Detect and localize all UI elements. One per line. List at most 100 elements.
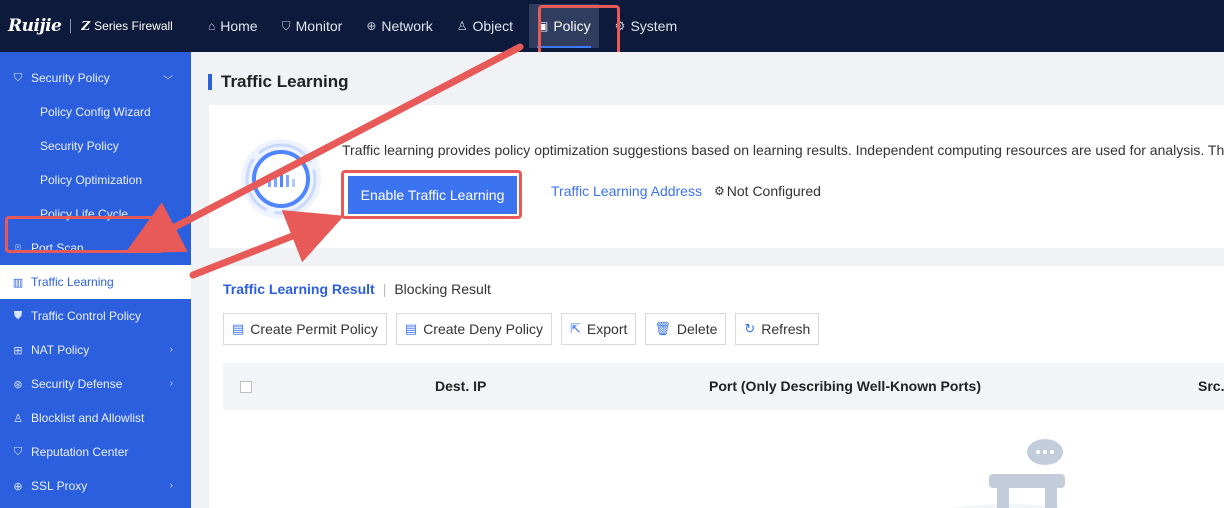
nat-icon: ⊞ [13, 344, 23, 357]
main-nav: ⌂ Home ⛉ Monitor ⊕ Network ♙ Object ▣ Po… [200, 0, 693, 52]
sidebar-item-label: Policy Optimization [40, 173, 143, 187]
ssl-icon: ⊕ [13, 480, 23, 493]
sidebar-item-traffic-control-policy[interactable]: ⛊ Traffic Control Policy [0, 299, 191, 333]
button-label: Refresh [761, 321, 811, 337]
nav-network-label: Network [381, 18, 433, 34]
sidebar-item-nat-policy[interactable]: ⊞ NAT Policy › [0, 333, 191, 367]
sidebar-item-policy-optimization[interactable]: Policy Optimization [0, 163, 191, 197]
sidebar-item-label: Traffic Learning [31, 275, 114, 289]
sidebar-item-traffic-learning[interactable]: ▥ Traffic Learning [0, 265, 191, 299]
sidebar-item-label: Security Policy [31, 71, 110, 85]
sidebar-item-label: Security Defense [31, 377, 123, 391]
traffic-learning-address-link[interactable]: Traffic Learning Address [551, 183, 702, 199]
column-src[interactable]: Src. [1198, 378, 1224, 394]
tab-blocking-result[interactable]: Blocking Result [394, 281, 491, 297]
scan-icon: ⌾ [14, 241, 22, 254]
globe-icon: ⊕ [366, 19, 377, 33]
nav-policy-label: Policy [553, 18, 591, 34]
user-list-icon: ♙ [13, 412, 23, 425]
sidebar-item-security-defense[interactable]: ⊛ Security Defense › [0, 367, 191, 401]
export-button[interactable]: ⇱ Export [561, 313, 637, 345]
chevron-right-icon: › [169, 344, 173, 355]
refresh-button[interactable]: ↻ Refresh [735, 313, 820, 345]
chevron-right-icon: › [169, 378, 173, 389]
sidebar-item-policy-life-cycle[interactable]: Policy Life Cycle [0, 197, 191, 231]
defense-icon: ⊛ [13, 378, 23, 391]
sidebar-item-label: NAT Policy [31, 343, 90, 357]
nav-system-label: System [630, 18, 678, 34]
logo-divider [70, 19, 72, 33]
nav-network[interactable]: ⊕ Network [358, 0, 440, 52]
main-content: Traffic Learning Traffic learning provid… [191, 52, 1224, 508]
results-card: Traffic Learning Result | Blocking Resul… [209, 266, 1224, 508]
enable-traffic-learning-button[interactable]: Enable Traffic Learning [348, 176, 517, 214]
sidebar-item-port-scan[interactable]: ⌾ Port Scan [0, 231, 191, 265]
gear-icon: ⚙ [714, 184, 725, 198]
select-all-checkbox[interactable] [240, 381, 252, 393]
export-icon: ⇱ [570, 321, 581, 336]
top-bar: Ruijie Z Series Firewall ⌂ Home ⛉ Monito… [0, 0, 1224, 52]
traffic-learning-illustration-icon [241, 139, 321, 219]
nav-system[interactable]: ⚙ System [607, 0, 685, 52]
address-status-text: Not Configured [726, 183, 821, 199]
create-deny-policy-button[interactable]: ▤ Create Deny Policy [395, 313, 553, 345]
document-block-icon: ▤ [404, 321, 418, 336]
tab-traffic-learning-result[interactable]: Traffic Learning Result [223, 281, 375, 297]
tab-divider: | [382, 281, 387, 297]
user-icon: ♙ [456, 19, 468, 33]
button-label: Create Deny Policy [423, 321, 544, 337]
traffic-icon: ⛊ [13, 309, 23, 322]
delete-button[interactable]: 🗑 Delete [645, 313, 727, 345]
gear-icon: ⚙ [614, 19, 626, 33]
result-tabs: Traffic Learning Result | Blocking Resul… [223, 281, 491, 297]
column-dest-ip[interactable]: Dest. IP [435, 378, 486, 394]
chart-icon: ▥ [12, 276, 24, 289]
nav-monitor[interactable]: ⛉ Monitor [274, 0, 351, 52]
shield-icon: ⛉ [13, 71, 23, 84]
create-permit-policy-button[interactable]: ▤ Create Permit Policy [223, 313, 387, 345]
address-status: ⚙ Not Configured [714, 183, 821, 199]
button-label: Create Permit Policy [250, 321, 378, 337]
sidebar: ⛉ Security Policy ﹀ Policy Config Wizard… [0, 52, 191, 508]
column-port[interactable]: Port (Only Describing Well-Known Ports) [709, 378, 981, 394]
nav-monitor-label: Monitor [295, 18, 343, 34]
sidebar-item-label: Policy Life Cycle [40, 207, 129, 221]
sidebar-item-label: Security Policy [40, 139, 119, 153]
sidebar-item-label: SSL Proxy [31, 479, 88, 493]
table-header: Dest. IP Port (Only Describing Well-Know… [223, 363, 1224, 410]
traffic-learning-card: Traffic learning provides policy optimiz… [209, 105, 1224, 248]
sidebar-item-blocklist-allowlist[interactable]: ♙ Blocklist and Allowlist [0, 401, 191, 435]
sidebar-item-reputation-center[interactable]: ⛉ Reputation Center [0, 435, 191, 469]
sidebar-item-label: Policy Config Wizard [40, 105, 151, 119]
ruijie-logo: Ruijie [8, 16, 62, 36]
shield-icon: ⛉ [281, 18, 291, 33]
nav-home[interactable]: ⌂ Home [200, 0, 266, 52]
chevron-right-icon: › [169, 480, 173, 491]
intro-text: Traffic learning provides policy optimiz… [342, 142, 1224, 158]
sidebar-item-policy-config-wizard[interactable]: Policy Config Wizard [0, 95, 191, 129]
refresh-icon: ↻ [744, 321, 756, 336]
document-check-icon: ▤ [232, 321, 245, 336]
nav-policy[interactable]: ▣ Policy [528, 4, 599, 48]
sidebar-item-label: Traffic Control Policy [31, 309, 142, 323]
nav-object-label: Object [472, 18, 513, 34]
sidebar-item-ssl-proxy[interactable]: ⊕ SSL Proxy › [0, 469, 191, 503]
policy-icon: ▣ [536, 19, 549, 33]
trash-icon: 🗑 [654, 321, 671, 336]
sidebar-item-security-policy[interactable]: ⛉ Security Policy ﹀ [0, 61, 191, 95]
brand-logo[interactable]: Ruijie Z Series Firewall [0, 16, 200, 36]
sidebar-item-label: Blocklist and Allowlist [31, 411, 145, 425]
product-name: Series Firewall [94, 19, 173, 33]
nav-object[interactable]: ♙ Object [449, 0, 521, 52]
page-title-text: Traffic Learning [221, 72, 349, 91]
reputation-icon: ⛉ [13, 445, 23, 458]
button-label: Export [586, 321, 628, 337]
empty-state-illustration-icon [953, 439, 1065, 508]
page-title: Traffic Learning [208, 72, 349, 92]
button-label: Delete [676, 321, 718, 337]
chevron-down-icon: ﹀ [163, 76, 173, 87]
nav-home-label: Home [220, 18, 258, 34]
title-accent-bar [208, 74, 212, 90]
results-toolbar: ▤ Create Permit Policy ▤ Create Deny Pol… [223, 313, 828, 345]
sidebar-item-security-policy-sub[interactable]: Security Policy [0, 129, 191, 163]
